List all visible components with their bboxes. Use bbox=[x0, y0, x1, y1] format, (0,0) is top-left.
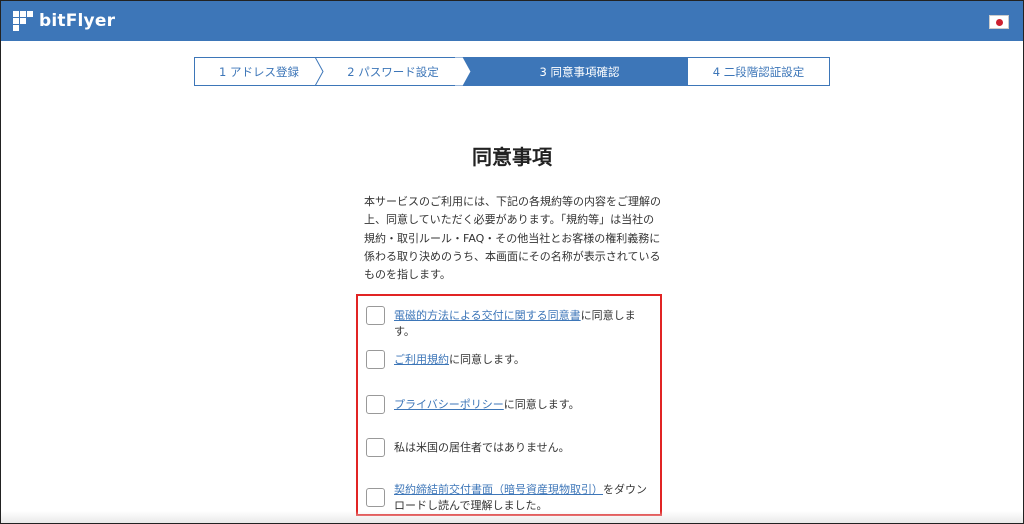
consent-label: 契約締結前交付書面（暗号資産現物取引）をダウンロードし読んで理解しました。 bbox=[394, 482, 649, 514]
step-label: 2 パスワード設定 bbox=[347, 64, 439, 79]
japan-flag-icon[interactable] bbox=[989, 15, 1009, 29]
step-password-setup: 2 パスワード設定 bbox=[323, 57, 471, 86]
bitflyer-logo-icon bbox=[13, 11, 33, 31]
consent-item: 電磁的方法による交付に関する同意書に同意します。 bbox=[366, 306, 649, 340]
step-chevron-icon bbox=[455, 57, 471, 86]
consent-label: プライバシーポリシーに同意します。 bbox=[394, 395, 649, 413]
consent-label: ご利用規約に同意します。 bbox=[394, 350, 649, 368]
top-bar: bitFlyer bbox=[1, 1, 1023, 41]
electronic-delivery-consent-link[interactable]: 電磁的方法による交付に関する同意書 bbox=[394, 309, 581, 322]
consent-checklist: 電磁的方法による交付に関する同意書に同意します。 ご利用規約に同意します。 プラ… bbox=[356, 294, 662, 516]
consent-checkbox[interactable] bbox=[366, 306, 385, 325]
privacy-policy-link[interactable]: プライバシーポリシー bbox=[394, 398, 504, 411]
step-label: 4 二段階認証設定 bbox=[712, 64, 805, 79]
consent-label: 電磁的方法による交付に関する同意書に同意します。 bbox=[394, 306, 649, 340]
consent-suffix: に同意します。 bbox=[503, 398, 580, 411]
us-residency-label: 私は米国の居住者ではありません。 bbox=[394, 441, 570, 454]
consent-item: 契約締結前交付書面（暗号資産現物取引）をダウンロードし読んで理解しました。 bbox=[366, 482, 649, 514]
consent-checkbox[interactable] bbox=[366, 488, 385, 507]
page-frame: bitFlyer 1 アドレス登録 2 パスワード設定 3 同意事項確認 4 二… bbox=[0, 0, 1024, 524]
page-title: 同意事項 bbox=[472, 145, 552, 169]
consent-intro-text: 本サービスのご利用には、下記の各規約等の内容をご理解の上、同意していただく必要が… bbox=[364, 195, 661, 282]
step-label: 1 アドレス登録 bbox=[219, 64, 299, 79]
consent-suffix: に同意します。 bbox=[449, 353, 525, 366]
consent-item: プライバシーポリシーに同意します。 bbox=[366, 395, 649, 414]
step-chevron-icon bbox=[680, 57, 688, 86]
step-consent-confirmation: 3 同意事項確認 bbox=[463, 57, 688, 86]
consent-checkbox[interactable] bbox=[366, 395, 385, 414]
consent-item: 私は米国の居住者ではありません。 bbox=[366, 438, 649, 457]
step-address-registration: 1 アドレス登録 bbox=[195, 57, 324, 86]
consent-checkbox[interactable] bbox=[366, 438, 385, 457]
pre-contract-document-link[interactable]: 契約締結前交付書面（暗号資産現物取引） bbox=[394, 483, 603, 496]
brand-logo[interactable]: bitFlyer bbox=[13, 9, 115, 33]
scroll-fade bbox=[1, 511, 1023, 523]
step-two-factor-setup: 4 二段階認証設定 bbox=[688, 58, 829, 85]
consent-item: ご利用規約に同意します。 bbox=[366, 350, 649, 369]
registration-steps: 1 アドレス登録 2 パスワード設定 3 同意事項確認 4 二段階認証設定 bbox=[194, 57, 830, 86]
brand-name: bitFlyer bbox=[39, 11, 116, 31]
terms-of-use-link[interactable]: ご利用規約 bbox=[394, 353, 449, 366]
step-chevron-icon bbox=[315, 57, 324, 86]
step-label: 3 同意事項確認 bbox=[539, 64, 620, 79]
consent-checkbox[interactable] bbox=[366, 350, 385, 369]
